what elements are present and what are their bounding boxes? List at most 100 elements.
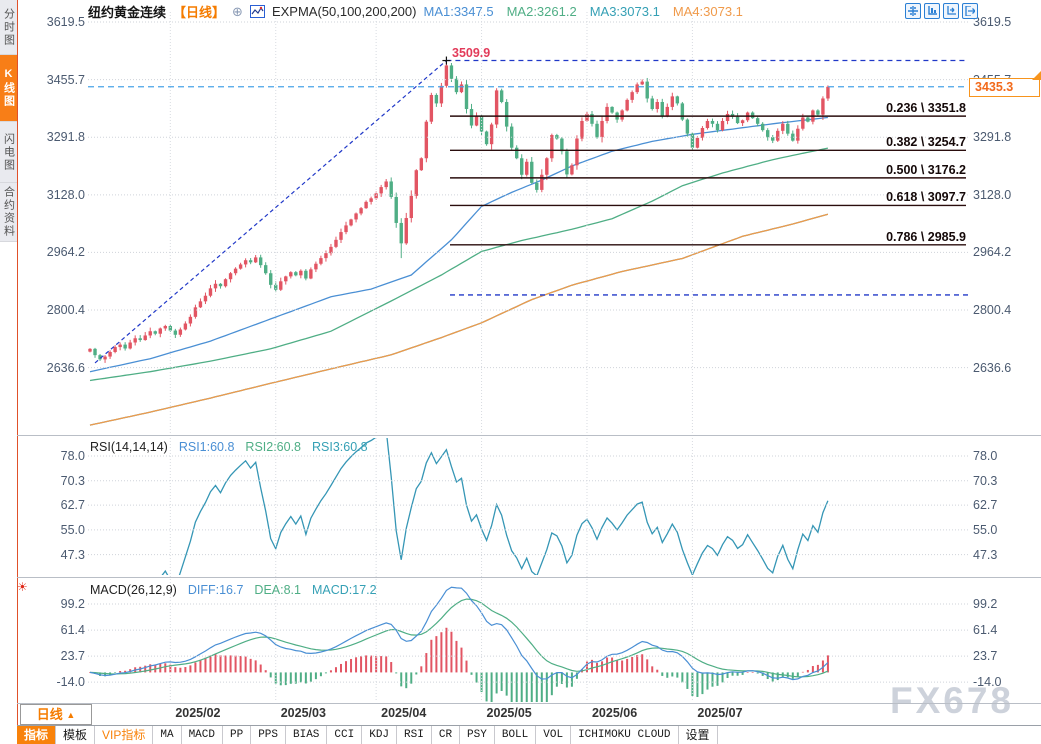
panel-divider[interactable] <box>17 435 1041 436</box>
panel-divider <box>17 703 1041 704</box>
indicator-value-label: RSI2:60.8 <box>245 440 301 454</box>
indicator-value-label: RSI3:60.8 <box>312 440 368 454</box>
y-axis-label: 62.7 <box>33 498 85 512</box>
sidebar-tab-lightning[interactable]: 闪电图 <box>0 122 17 183</box>
rsi-indicator-name[interactable]: RSI(14,14,14) <box>90 440 168 454</box>
y-axis-label: 99.2 <box>33 597 85 611</box>
mini-chart-icon[interactable] <box>250 5 265 18</box>
y-axis-label: 3455.7 <box>33 73 85 87</box>
peak-price-label: 3509.9 <box>452 46 490 60</box>
y-axis-label: 23.7 <box>973 649 1035 663</box>
indicator-tab-ichimoku-cloud[interactable]: ICHIMOKU CLOUD <box>571 726 678 744</box>
y-axis-label: -14.0 <box>33 675 85 689</box>
macd-value-labels: DIFF:16.7 DEA:8.1 MACD:17.2 <box>188 583 377 597</box>
x-axis-label: 2025/03 <box>281 706 326 720</box>
y-axis-label: 3291.8 <box>33 130 85 144</box>
instrument-title: 纽约黄金连续 <box>88 2 166 21</box>
y-axis-label: 2636.6 <box>973 361 1035 375</box>
indicator-tab-cr[interactable]: CR <box>432 726 460 744</box>
x-axis-label: 2025/05 <box>487 706 532 720</box>
fib-retracement-label: 0.618 \ 3097.7 <box>820 190 966 204</box>
x-axis-scale-icon[interactable] <box>943 3 959 19</box>
y-axis-label: 2636.6 <box>33 361 85 375</box>
ma-value-label: MA1:3347.5 <box>423 4 493 19</box>
y-axis-label: 55.0 <box>973 523 1035 537</box>
x-axis-label: 2025/07 <box>697 706 742 720</box>
indicator-tab-pps[interactable]: PPS <box>251 726 286 744</box>
y-axis-label: 3619.5 <box>973 15 1035 29</box>
x-axis-label: 2025/02 <box>175 706 220 720</box>
chart-header: 纽约黄金连续 【日线】 ⊕ EXPMA(50,100,200,200) MA1:… <box>88 2 743 20</box>
indicator-tab-vol[interactable]: VOL <box>536 726 571 744</box>
indicator-value-label: RSI1:60.8 <box>179 440 235 454</box>
y-axis-label: 70.3 <box>973 474 1035 488</box>
y-axis-label: 3291.8 <box>973 130 1035 144</box>
y-axis-label: 61.4 <box>973 623 1035 637</box>
add-indicator-icon[interactable]: ⊕ <box>232 5 243 18</box>
y-axis-label: 3128.0 <box>973 188 1035 202</box>
y-axis-label: 2964.2 <box>973 245 1035 259</box>
y-axis-label: 62.7 <box>973 498 1035 512</box>
indicator-tab-模板[interactable]: 模板 <box>56 726 95 744</box>
indicator-settings-icon[interactable]: ☀ <box>17 580 28 594</box>
indicator-tab-设置[interactable]: 设置 <box>679 726 718 744</box>
y-axis-label: 70.3 <box>33 474 85 488</box>
sidebar-tab-kline[interactable]: K线图 <box>0 55 17 122</box>
indicator-tab-boll[interactable]: BOLL <box>495 726 536 744</box>
sidebar-tab-contract-info[interactable]: 合约资料 <box>0 183 17 242</box>
price-badge-triangle <box>1032 71 1041 80</box>
panel-divider[interactable] <box>17 577 1041 578</box>
indicator-tab-kdj[interactable]: KDJ <box>362 726 397 744</box>
y-axis-label: 47.3 <box>973 548 1035 562</box>
x-axis-label: 2025/06 <box>592 706 637 720</box>
indicator-tab-ma[interactable]: MA <box>153 726 181 744</box>
y-axis-label: 3128.0 <box>33 188 85 202</box>
rsi-panel-header: RSI(14,14,14) RSI1:60.8 RSI2:60.8 RSI3:60.… <box>90 440 368 454</box>
indicator-label: EXPMA(50,100,200,200) <box>272 4 417 19</box>
restore-view-icon[interactable] <box>962 3 978 19</box>
macd-indicator-name[interactable]: MACD(26,12,9) <box>90 583 177 597</box>
indicator-tab-指标[interactable]: 指标 <box>17 726 56 744</box>
indicator-tab-macd[interactable]: MACD <box>182 726 223 744</box>
y-axis-label: 2964.2 <box>33 245 85 259</box>
ma-value-label: MA4:3073.1 <box>673 4 743 19</box>
pan-icon[interactable] <box>905 3 921 19</box>
sidebar-tab-timeline[interactable]: 分时图 <box>0 0 17 55</box>
trading-app-window: 分时图 K线图 闪电图 合约资料 纽约黄金连续 【日线】 ⊕ EXPMA(50,… <box>0 0 1041 744</box>
rsi-value-labels: RSI1:60.8 RSI2:60.8 RSI3:60.8 <box>179 440 368 454</box>
ma-value-label: MA3:3073.1 <box>590 4 660 19</box>
y-axis-label: 99.2 <box>973 597 1035 611</box>
indicator-tab-psy[interactable]: PSY <box>460 726 495 744</box>
indicator-tab-cci[interactable]: CCI <box>327 726 362 744</box>
chart-toolbar <box>905 3 978 19</box>
fib-retracement-label: 0.500 \ 3176.2 <box>820 163 966 177</box>
y-axis-label: 47.3 <box>33 548 85 562</box>
last-price-badge: 3435.3 <box>969 78 1040 97</box>
ma-value-labels: MA1:3347.5 MA2:3261.2 MA3:3073.1 MA4:3073.1 <box>423 4 742 19</box>
fib-retracement-label: 0.236 \ 3351.8 <box>820 101 966 115</box>
indicator-value-label: MACD:17.2 <box>312 583 377 597</box>
indicator-value-label: DIFF:16.7 <box>188 583 244 597</box>
up-arrow-icon: ▲ <box>66 710 75 720</box>
period-selector[interactable]: 日线 ▲ <box>20 704 92 725</box>
indicator-tab-rsi[interactable]: RSI <box>397 726 432 744</box>
y-axis-label: -14.0 <box>973 675 1035 689</box>
indicator-tab-vip指标[interactable]: VIP指标 <box>95 726 153 744</box>
fib-retracement-label: 0.382 \ 3254.7 <box>820 135 966 149</box>
ma-value-label: MA2:3261.2 <box>507 4 577 19</box>
indicator-tab-bias[interactable]: BIAS <box>286 726 327 744</box>
y-axis-label: 55.0 <box>33 523 85 537</box>
y-axis-label: 2800.4 <box>973 303 1035 317</box>
fib-retracement-label: 0.786 \ 2985.9 <box>820 230 966 244</box>
indicator-tab-pp[interactable]: PP <box>223 726 251 744</box>
y-axis-label: 2800.4 <box>33 303 85 317</box>
chart-type-sidebar: 分时图 K线图 闪电图 合约资料 <box>0 0 18 744</box>
period-tag[interactable]: 【日线】 <box>173 2 225 21</box>
y-axis-label: 3619.5 <box>33 15 85 29</box>
y-axis-scale-icon[interactable] <box>924 3 940 19</box>
y-axis-label: 23.7 <box>33 649 85 663</box>
x-axis-label: 2025/04 <box>381 706 426 720</box>
y-axis-label: 61.4 <box>33 623 85 637</box>
y-axis-label: 78.0 <box>973 449 1035 463</box>
indicator-value-label: DEA:8.1 <box>254 583 301 597</box>
